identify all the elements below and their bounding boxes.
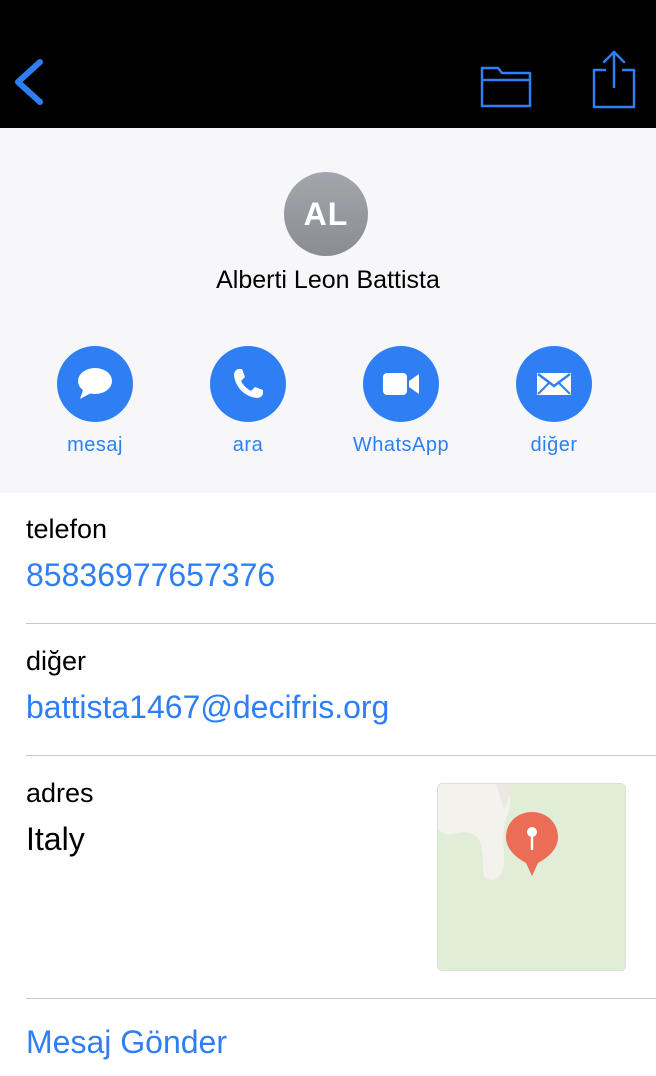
- contact-name: Alberti Leon Battista: [216, 266, 440, 294]
- phone-value[interactable]: 85836977657376: [26, 557, 656, 594]
- chevron-left-icon: [15, 59, 43, 105]
- message-action-label: mesaj: [67, 434, 123, 456]
- message-action-circle: [57, 346, 133, 422]
- email-label: diğer: [26, 646, 87, 676]
- share-button[interactable]: [590, 50, 638, 110]
- send-message-button[interactable]: Mesaj Gönder: [26, 1024, 227, 1061]
- phone-row[interactable]: telefon 85836977657376: [26, 514, 656, 594]
- avatar: AL: [284, 172, 368, 256]
- whatsapp-action-button[interactable]: WhatsApp: [341, 346, 461, 466]
- call-action-button[interactable]: ara: [188, 346, 308, 466]
- address-label: adres: [26, 778, 94, 808]
- whatsapp-action-circle: [363, 346, 439, 422]
- phone-icon: [234, 369, 263, 398]
- divider: [26, 755, 656, 756]
- other-action-button[interactable]: diğer: [494, 346, 614, 466]
- back-button[interactable]: [10, 56, 50, 108]
- address-row[interactable]: adres Italy: [26, 778, 426, 858]
- message-action-button[interactable]: mesaj: [35, 346, 155, 466]
- map-thumbnail[interactable]: [437, 783, 626, 971]
- folder-icon: [480, 66, 532, 108]
- divider: [26, 623, 656, 624]
- email-value[interactable]: battista1467@decifris.org: [26, 689, 656, 726]
- other-action-circle: [516, 346, 592, 422]
- divider: [26, 998, 656, 999]
- share-icon: [592, 50, 636, 109]
- navigation-bar: [0, 0, 656, 128]
- phone-label: telefon: [26, 514, 108, 544]
- message-bubble-icon: [78, 368, 112, 399]
- video-camera-icon: [383, 373, 419, 395]
- whatsapp-action-label: WhatsApp: [352, 434, 450, 456]
- call-action-label: ara: [232, 434, 264, 456]
- call-action-circle: [210, 346, 286, 422]
- map-pin-icon: [506, 812, 558, 876]
- envelope-icon: [537, 373, 571, 395]
- contact-header: AL Alberti Leon Battista mesaj ara Whats…: [0, 128, 656, 493]
- other-action-label: diğer: [530, 434, 578, 456]
- folder-button[interactable]: [480, 64, 532, 108]
- address-value: Italy: [26, 821, 85, 857]
- email-row[interactable]: diğer battista1467@decifris.org: [26, 646, 656, 726]
